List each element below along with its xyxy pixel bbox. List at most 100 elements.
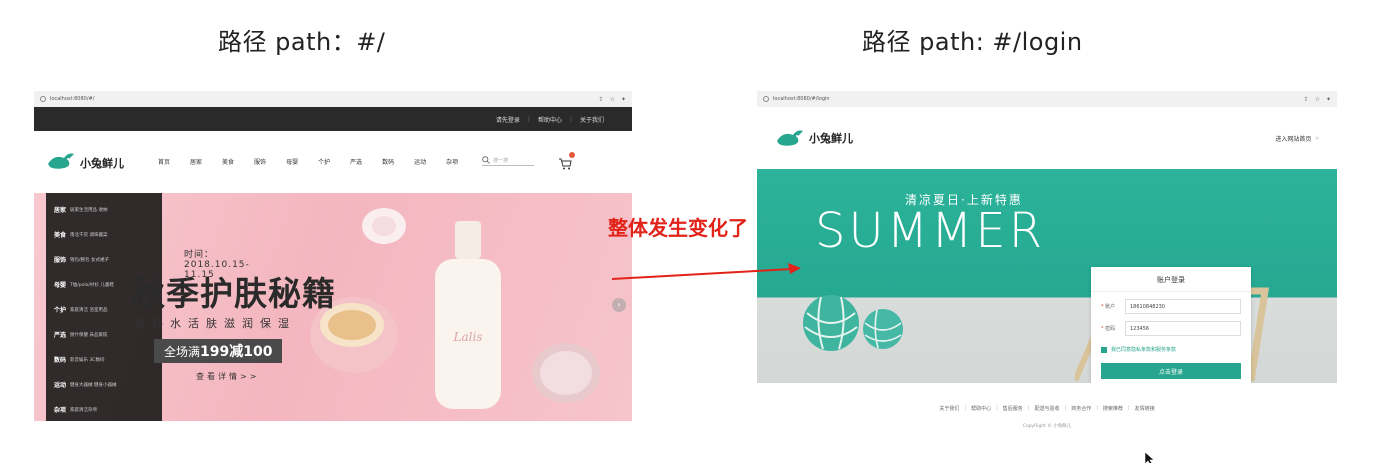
- password-label: * 密码: [1101, 325, 1121, 332]
- category-name: 居家: [54, 207, 67, 214]
- home-link-label: 进入网站首页: [1275, 135, 1312, 143]
- divider: |: [1096, 405, 1098, 411]
- double-chevron-right-icon: »: [1315, 134, 1319, 142]
- category-subs[interactable]: 家庭清洁 浴室用品: [70, 307, 107, 313]
- url-text[interactable]: localhost:8080/#/: [50, 96, 599, 102]
- flower-image: [362, 208, 406, 244]
- category-item[interactable]: 数码 影音娱乐 3C数码: [46, 347, 162, 372]
- main-nav: 首页 居家 美食 服饰 母婴 个护 严选 数码 运动 杂项: [158, 157, 458, 166]
- annotation-text: 整体发生变化了: [608, 216, 748, 240]
- share-icon[interactable]: ⇪: [599, 96, 604, 103]
- rabbit-logo-icon: [775, 127, 805, 149]
- login-link[interactable]: 请先登录: [496, 115, 520, 124]
- nav-item[interactable]: 服饰: [254, 157, 266, 166]
- promo-more-link[interactable]: 查看详情>>: [196, 371, 259, 382]
- top-bar: 请先登录 | 帮助中心 | 关于我们: [34, 107, 632, 131]
- category-name: 数码: [54, 357, 67, 364]
- nav-item[interactable]: 母婴: [286, 157, 298, 166]
- category-name: 个护: [54, 307, 67, 314]
- star-icon[interactable]: ☆: [610, 96, 615, 103]
- nav-item[interactable]: 个护: [318, 157, 330, 166]
- browser-url-bar[interactable]: localhost:8080/#/ ⇪ ☆ ✦: [34, 91, 632, 107]
- info-icon: [40, 96, 46, 102]
- decor-ball-image: [863, 309, 903, 349]
- password-row: * 密码 123456: [1101, 321, 1241, 336]
- nav-item[interactable]: 杂项: [446, 157, 458, 166]
- rabbit-logo-icon: [46, 150, 76, 172]
- footer-link[interactable]: 商务合作: [1071, 405, 1091, 412]
- info-icon: [763, 96, 769, 102]
- divider: |: [964, 405, 967, 411]
- promo-headline: 秋季护肤秘籍: [132, 274, 336, 313]
- category-name: 美食: [54, 232, 67, 239]
- agree-checkbox[interactable]: 我已同意隐私条款和服务条款: [1101, 346, 1241, 353]
- star-icon[interactable]: ☆: [1315, 96, 1320, 103]
- category-subs[interactable]: 影音娱乐 3C数码: [70, 357, 104, 363]
- home-page-screenshot: localhost:8080/#/ ⇪ ☆ ✦ 请先登录 | 帮助中心 | 关于…: [34, 91, 632, 421]
- deal-amount: 199减100: [200, 344, 273, 360]
- category-subs[interactable]: 家庭清洁杂项: [70, 407, 97, 413]
- extension-icon[interactable]: ✦: [621, 96, 626, 103]
- hair-brush-image: [532, 343, 600, 403]
- nav-item[interactable]: 首页: [158, 157, 170, 166]
- divider: |: [1027, 405, 1030, 411]
- footer-link[interactable]: 关于我们: [939, 405, 959, 412]
- url-text[interactable]: localhost:8080/#/login: [773, 96, 1304, 102]
- logo[interactable]: 小兔鲜儿: [775, 127, 875, 149]
- cart-badge: [569, 152, 576, 158]
- agree-text: 我已同意隐私条款和服务条款: [1111, 347, 1177, 353]
- about-link[interactable]: 关于我们: [580, 115, 604, 124]
- divider: |: [1127, 405, 1130, 411]
- category-item[interactable]: 美食 南北干货 调味酱菜: [46, 222, 162, 247]
- footer-link[interactable]: 搜索推荐: [1103, 405, 1123, 412]
- browser-url-bar[interactable]: localhost:8080/#/login ⇪ ☆ ✦: [757, 91, 1337, 107]
- search-input[interactable]: 搜一搜: [482, 156, 535, 166]
- nav-item[interactable]: 数码: [382, 157, 394, 166]
- category-subs[interactable]: T恤/polo/衬衫 儿童鞋: [70, 282, 114, 288]
- home-link[interactable]: 进入网站首页 »: [1275, 134, 1319, 143]
- nav-item[interactable]: 运动: [414, 157, 426, 166]
- login-form: 账户登录 * 账户 18610848230 * 密码 123456 我已同意隐私…: [1091, 267, 1251, 383]
- copyright: CopyRight © 小兔鲜儿: [1022, 424, 1072, 429]
- footer-link[interactable]: 友情链接: [1135, 405, 1155, 412]
- category-item[interactable]: 运动 健身大器械 健身小器械: [46, 372, 162, 397]
- category-name: 服饰: [54, 257, 67, 264]
- footer-link[interactable]: 配送与验收: [1034, 405, 1059, 412]
- checkbox-checked-icon[interactable]: [1101, 346, 1107, 353]
- password-input[interactable]: 123456: [1125, 321, 1241, 336]
- category-name: 母婴: [54, 282, 67, 289]
- caption-right: 路径 path: #/login: [862, 28, 1083, 56]
- logo-text: 小兔鲜儿: [80, 156, 124, 170]
- category-item[interactable]: 杂项 家庭清洁杂项: [46, 397, 162, 421]
- nav-item[interactable]: 居家: [190, 157, 202, 166]
- help-link[interactable]: 帮助中心: [538, 115, 562, 124]
- hero-banner[interactable]: Lalis 居家 居家生活用品 收纳 美食 南北干货 调味酱菜 服饰 钱包/腕包 女式…: [34, 193, 632, 421]
- category-subs[interactable]: 厨什保健 床品家纺: [70, 332, 107, 338]
- footer-link[interactable]: 帮助中心: [971, 405, 991, 412]
- divider: |: [1064, 405, 1067, 411]
- nav-item[interactable]: 美食: [222, 157, 234, 166]
- red-arrow-icon: [612, 263, 801, 280]
- login-button[interactable]: 点击登录: [1101, 363, 1241, 379]
- category-subs[interactable]: 居家生活用品 收纳: [70, 207, 107, 213]
- category-subs[interactable]: 南北干货 调味酱菜: [70, 232, 107, 238]
- extension-icon[interactable]: ✦: [1326, 96, 1331, 103]
- site-header: 小兔鲜儿 首页 居家 美食 服饰 母婴 个护 严选 数码 运动 杂项 搜一搜: [34, 131, 632, 191]
- carousel-next-icon[interactable]: ›: [612, 298, 626, 312]
- footer-link[interactable]: 售后服务: [1003, 405, 1023, 412]
- logo[interactable]: 小兔鲜儿: [46, 150, 146, 172]
- category-name: 严选: [54, 332, 67, 339]
- account-label: * 账户: [1101, 303, 1121, 310]
- category-subs[interactable]: 健身大器械 健身小器械: [70, 382, 116, 388]
- account-row: * 账户 18610848230: [1101, 299, 1241, 314]
- mouse-cursor-icon: [1144, 452, 1155, 463]
- share-icon[interactable]: ⇪: [1304, 96, 1309, 103]
- category-subs[interactable]: 钱包/腕包 女式裙子: [70, 257, 109, 263]
- account-input[interactable]: 18610848230: [1125, 299, 1241, 314]
- browser-tools: ⇪ ☆ ✦: [1304, 96, 1331, 103]
- promo-subline: 滋补水活肤滋润保湿: [134, 317, 296, 330]
- nav-item[interactable]: 严选: [350, 157, 362, 166]
- cart-icon[interactable]: [558, 152, 576, 170]
- category-item[interactable]: 居家 居家生活用品 收纳: [46, 197, 162, 222]
- login-header: 小兔鲜儿 进入网站首页 »: [757, 107, 1337, 169]
